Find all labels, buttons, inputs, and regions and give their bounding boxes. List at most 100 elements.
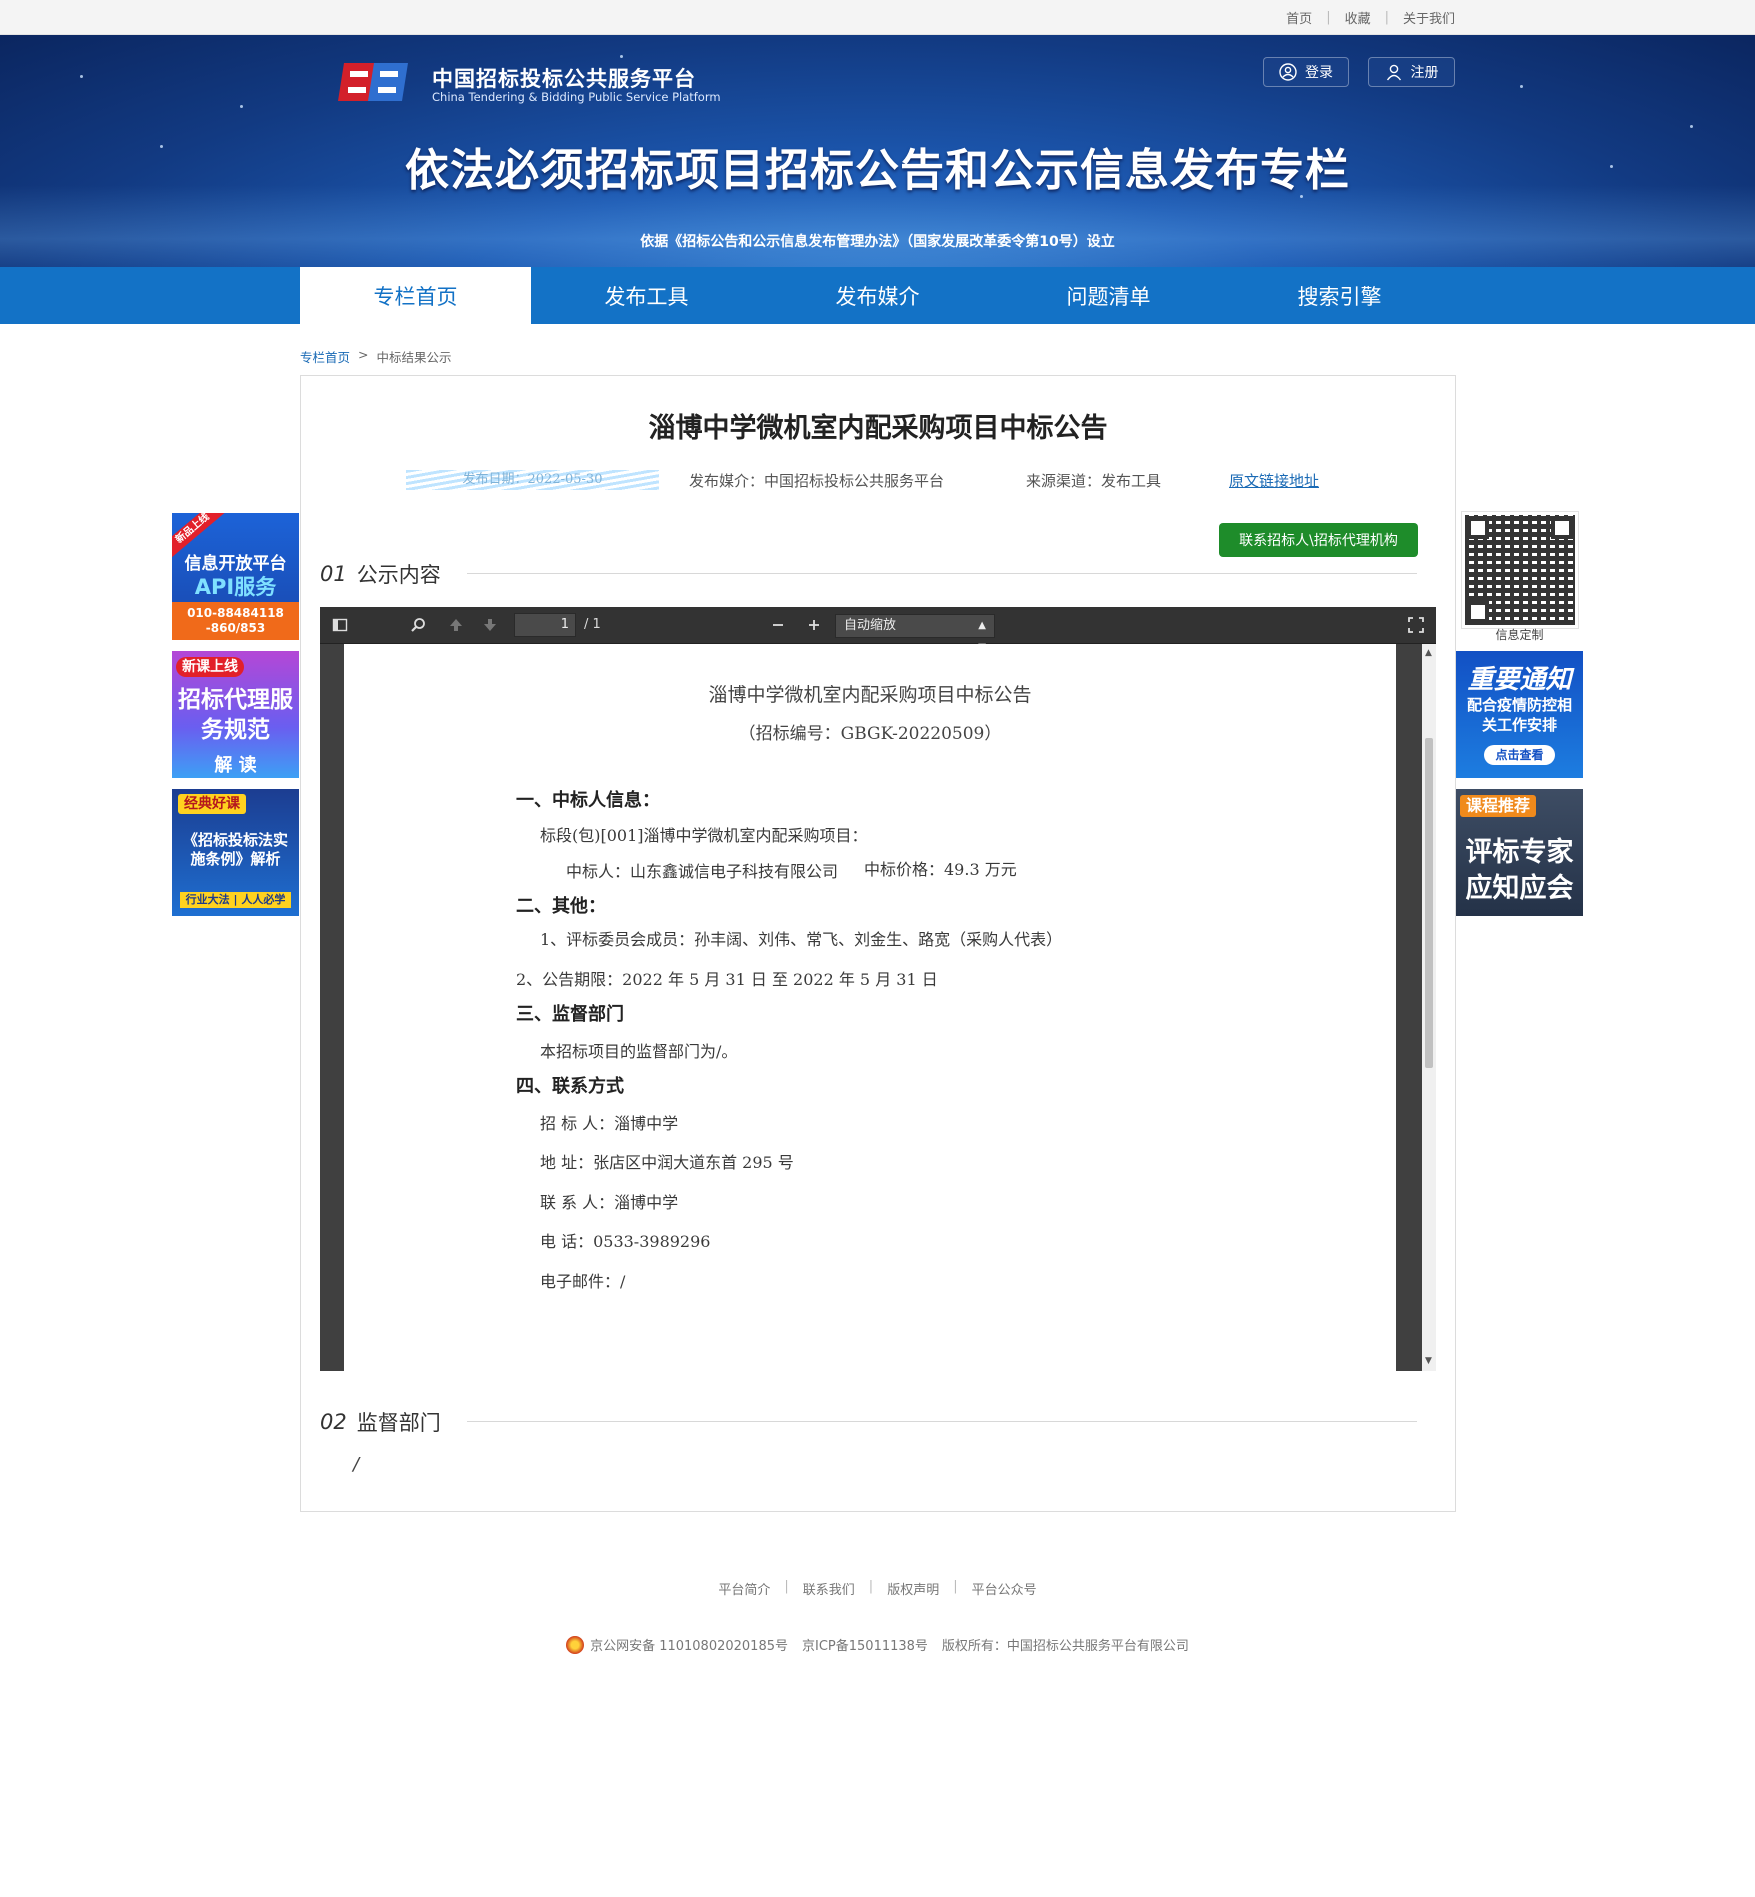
contact-tenderer-button[interactable]: 联系招标人\招标代理机构 xyxy=(1219,523,1418,557)
ad-subtitle: 配合疫情防控相关工作安排 xyxy=(1466,696,1572,734)
sidebar-toggle-icon[interactable] xyxy=(330,615,350,635)
platform-logo-icon[interactable] xyxy=(334,57,414,107)
footer-copyright: 京公网安备 11010802020185号 京ICP备15011138号 版权所… xyxy=(0,1635,1755,1654)
star xyxy=(240,105,243,108)
star xyxy=(1520,85,1523,88)
breadcrumb-home[interactable]: 专栏首页 xyxy=(300,347,350,366)
ad-classic-course[interactable]: 经典好课 《招标投标法实施条例》解析 行业大法 | 人人必学 xyxy=(172,789,299,916)
separator: | xyxy=(1326,10,1331,25)
police-badge-icon xyxy=(566,1635,585,1654)
star xyxy=(620,55,623,58)
document-line: 1、评标委员会成员：孙丰阔、刘伟、常飞、刘金生、路宽（采购人代表） xyxy=(540,930,1063,949)
nav-item-search[interactable]: 搜索引擎 xyxy=(1224,267,1455,324)
pdf-viewer: 1 / 1 自动缩放 ▲▼ 淄博中学微机室内配采购项目中标公告 （招标编号：GB… xyxy=(320,607,1436,1371)
section-number: 01 xyxy=(320,562,347,586)
fullscreen-icon[interactable] xyxy=(1406,615,1426,635)
ad-title: 《招标投标法实施条例》解析 xyxy=(182,831,288,868)
security-record[interactable]: 京公网安备 11010802020185号 xyxy=(590,1635,788,1654)
header-banner: 中国招标投标公共服务平台 China Tendering & Bidding P… xyxy=(0,35,1755,267)
zoom-select-value: 自动缩放 xyxy=(844,618,897,633)
zoom-select[interactable]: 自动缩放 ▲▼ xyxy=(835,614,995,653)
footer-link-copyright[interactable]: 版权声明 xyxy=(887,1579,939,1598)
pdf-scrollbar[interactable]: ▲ ▼ xyxy=(1422,644,1436,1371)
top-link-favorite[interactable]: 收藏 xyxy=(1345,8,1371,27)
section-title: 公示内容 xyxy=(356,563,441,587)
qr-label: 信息定制 xyxy=(1495,628,1544,642)
next-page-icon[interactable] xyxy=(480,615,500,635)
ad-phone: 010-88484118 -860/853 xyxy=(187,606,284,635)
login-button[interactable]: 登录 xyxy=(1263,57,1349,87)
scroll-down-icon[interactable]: ▼ xyxy=(1425,1356,1432,1366)
copyright-owner: 版权所有：中国招标公共服务平台有限公司 xyxy=(941,1639,1189,1654)
banner-subtitle: 依据《招标公告和公示信息发布管理办法》（国家发展改革委令第10号）设立 xyxy=(640,234,1115,250)
nav-item-faq[interactable]: 问题清单 xyxy=(993,267,1224,324)
footer-links: 平台简介 | 联系我们 | 版权声明 | 平台公众号 xyxy=(0,1579,1755,1598)
footer-link-contact[interactable]: 联系我们 xyxy=(803,1579,855,1598)
search-icon[interactable] xyxy=(408,615,428,635)
previous-page-icon[interactable] xyxy=(446,615,466,635)
footer-link-wechat[interactable]: 平台公众号 xyxy=(972,1579,1037,1598)
top-link-home[interactable]: 首页 xyxy=(1286,8,1312,27)
section-supervision-heading: 02 监督部门 xyxy=(320,1407,441,1437)
ad-agency-course[interactable]: 新课上线 招标代理服务规范 解 读 xyxy=(172,651,299,778)
publish-media: 发布媒介：中国招标投标公共服务平台 xyxy=(689,472,945,490)
ad-tag: 课程推荐 xyxy=(1460,795,1537,817)
nav-item-publish-tool[interactable]: 发布工具 xyxy=(531,267,762,324)
document-line: 中标人：山东鑫诚信电子科技有限公司 xyxy=(566,862,839,881)
register-label: 注册 xyxy=(1410,65,1439,81)
ad-api-service[interactable]: 新品上线 信息开放平台 API服务 010-88484118 -860/853 xyxy=(172,513,299,640)
qr-finder xyxy=(1467,601,1489,623)
top-link-about[interactable]: 关于我们 xyxy=(1403,8,1455,27)
brand-name-en: China Tendering & Bidding Public Service… xyxy=(432,90,721,104)
star xyxy=(80,75,83,78)
ad-tag: 新课上线 xyxy=(176,657,244,677)
page-number-input[interactable]: 1 xyxy=(514,613,576,637)
contact-row: 电子邮件：/ xyxy=(540,1272,626,1291)
icp-record[interactable]: 京ICP备15011138号 xyxy=(802,1635,928,1654)
ad-tag: 经典好课 xyxy=(178,794,246,814)
document-line: 本招标项目的监督部门为/。 xyxy=(540,1042,738,1061)
breadcrumb-separator: > xyxy=(358,347,369,362)
scroll-thumb[interactable] xyxy=(1425,738,1433,1068)
document-line: 2、公告期限：2022 年 5 月 31 日 至 2022 年 5 月 31 日 xyxy=(516,970,938,989)
document-title: 淄博中学微机室内配采购项目中标公告 xyxy=(708,684,1032,706)
footer-link-about[interactable]: 平台简介 xyxy=(718,1579,770,1598)
publish-date: 发布日期：2022-05-30 xyxy=(406,470,659,490)
section-title: 监督部门 xyxy=(356,1411,441,1435)
contact-row: 招 标 人：淄博中学 xyxy=(540,1114,679,1133)
ad-title: 重要通知 xyxy=(1467,665,1572,695)
scroll-up-icon[interactable]: ▲ xyxy=(1425,648,1432,658)
ad-button: 点击查看 xyxy=(1484,745,1555,765)
section-content-heading: 01 公示内容 xyxy=(320,559,441,589)
ad-title: 招标代理服务规范 xyxy=(178,687,293,743)
document-line: 标段(包)[001]淄博中学微机室内配采购项目： xyxy=(540,826,868,845)
qr-finder xyxy=(1467,517,1489,539)
qr-finder xyxy=(1551,517,1573,539)
top-links: 首页 | 收藏 | 关于我们 xyxy=(1286,0,1455,35)
ad-course-recommend[interactable]: 课程推荐 评标专家应知应会 xyxy=(1456,789,1583,916)
nav-item-publish-media[interactable]: 发布媒介 xyxy=(762,267,993,324)
ad-subtitle: 解 读 xyxy=(214,755,257,776)
top-bar: 首页 | 收藏 | 关于我们 xyxy=(0,0,1755,35)
banner-title: 依法必须招标项目招标公告和公示信息发布专栏 xyxy=(405,145,1350,196)
qr-code[interactable] xyxy=(1461,511,1579,629)
zoom-in-icon[interactable] xyxy=(804,615,824,635)
login-label: 登录 xyxy=(1305,65,1333,81)
main-nav: 专栏首页 发布工具 发布媒介 问题清单 搜索引擎 xyxy=(0,267,1755,324)
user-circle-icon xyxy=(1279,63,1297,81)
register-button[interactable]: 注册 xyxy=(1368,57,1455,87)
section-divider xyxy=(467,573,1417,574)
nav-item-home[interactable]: 专栏首页 xyxy=(300,267,531,324)
source-link[interactable]: 原文链接地址 xyxy=(1229,470,1319,491)
ad-subtitle: 行业大法 | 人人必学 xyxy=(180,892,291,908)
zoom-out-icon[interactable] xyxy=(768,615,788,635)
breadcrumb-current: 中标结果公示 xyxy=(376,350,452,365)
separator: | xyxy=(784,1579,789,1594)
document-heading: 一、中标人信息： xyxy=(516,790,660,811)
separator: | xyxy=(953,1579,958,1594)
contact-row: 联 系 人：淄博中学 xyxy=(540,1193,679,1212)
star xyxy=(1690,125,1693,128)
separator: | xyxy=(868,1579,874,1594)
supervision-value: / xyxy=(353,1454,360,1475)
ad-important-notice[interactable]: 重要通知 配合疫情防控相关工作安排 点击查看 xyxy=(1456,651,1583,778)
